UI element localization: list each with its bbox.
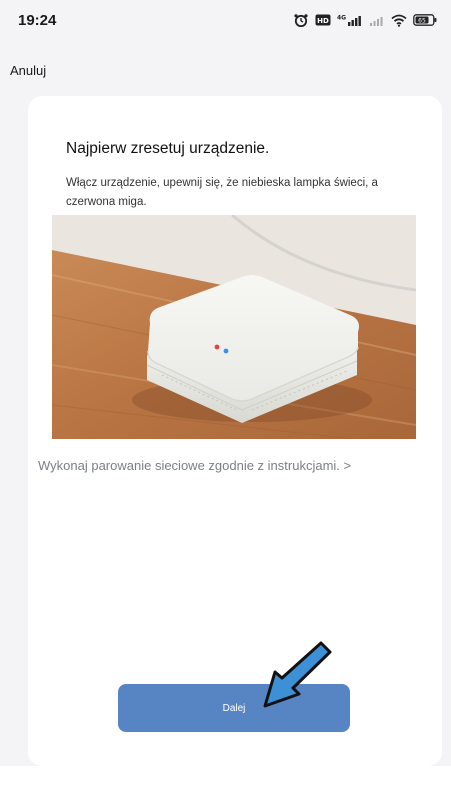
- svg-text:HD: HD: [317, 17, 329, 25]
- battery-icon: 65: [413, 14, 437, 26]
- battery-level: 65: [418, 17, 426, 24]
- bottom-area: [0, 766, 451, 788]
- cancel-button[interactable]: Anuluj: [10, 63, 46, 78]
- pointer-arrow-icon: [255, 640, 335, 712]
- pairing-instructions-link[interactable]: Wykonaj parowanie sieciowe zgodnie z ins…: [38, 458, 351, 473]
- screen: 19:24 HD 4G 65 Anuluj Najpierw zresetuj …: [0, 0, 451, 788]
- device-photo: [52, 215, 416, 439]
- network-type-label: 4G: [337, 15, 346, 22]
- alarm-icon: [293, 13, 309, 27]
- hd-icon: HD: [315, 14, 331, 26]
- status-time: 19:24: [18, 12, 57, 29]
- wifi-icon: [391, 14, 407, 27]
- instruction-card: Najpierw zresetuj urządzenie. Włącz urzą…: [28, 96, 442, 766]
- next-button-label: Dalej: [222, 702, 246, 714]
- status-icons: HD 4G 65: [293, 13, 437, 27]
- status-bar: 19:24 HD 4G 65: [0, 0, 451, 50]
- nav-bar: Anuluj: [0, 50, 451, 98]
- instruction-text: Włącz urządzenie, upewnij się, że niebie…: [66, 177, 378, 208]
- signal-2-icon: [369, 14, 385, 26]
- signal-icon: 4G: [337, 14, 363, 26]
- page-title: Najpierw zresetuj urządzenie.: [66, 140, 270, 157]
